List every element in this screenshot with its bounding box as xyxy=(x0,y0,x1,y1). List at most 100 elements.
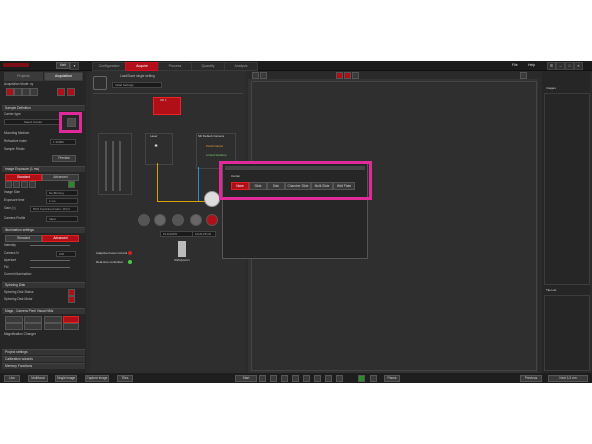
tab-acquire[interactable]: Acquire xyxy=(125,62,159,71)
bottom-tool-i[interactable] xyxy=(370,375,377,382)
viewer-tool-red[interactable] xyxy=(336,72,343,79)
close-icon[interactable]: ✕ xyxy=(574,62,583,70)
tab-analysis[interactable]: Analysis xyxy=(224,62,258,71)
multifocal-button[interactable]: Multifocal xyxy=(28,375,48,382)
camera-profile-field[interactable]: Ideal xyxy=(46,216,78,222)
carrier-option-chamber-slide[interactable]: Chamber Slide xyxy=(285,182,311,190)
refractive-index-field[interactable]: 1.33000 xyxy=(50,139,76,145)
mag-btn-g[interactable] xyxy=(44,323,62,330)
tab-process[interactable]: Process xyxy=(158,62,192,71)
exposure-standard-tab[interactable]: Standard xyxy=(5,174,42,181)
tiles-button[interactable]: Tiles xyxy=(117,375,133,382)
calibration-wizards-header[interactable]: Calibration wizards xyxy=(2,356,85,362)
image-size-field[interactable]: No Binning xyxy=(46,190,78,196)
magnification-header[interactable]: Magn., Camera Pixel Visual NMs xyxy=(2,308,85,314)
objective-select[interactable]: PLANAPO xyxy=(160,231,194,237)
fld-slider[interactable] xyxy=(30,267,70,268)
carrier-type-select[interactable]: Select Carrier xyxy=(4,119,60,125)
linked-hardware-label[interactable]: Linked Desktop xyxy=(206,153,227,157)
exp-tool-d[interactable] xyxy=(29,181,36,188)
maximize-icon[interactable]: □ xyxy=(565,62,574,70)
mag-btn-a[interactable] xyxy=(5,316,23,323)
intensity-slider[interactable] xyxy=(30,245,70,246)
exp-tool-c[interactable] xyxy=(21,181,28,188)
filter-wheel-icon[interactable] xyxy=(204,191,220,207)
optic-e[interactable] xyxy=(206,214,218,226)
exposure-advanced-tab[interactable]: Advanced xyxy=(42,174,79,181)
tab-configuration[interactable]: Configuration xyxy=(92,62,126,71)
setting-select[interactable]: Initial Settings xyxy=(112,82,162,88)
bottom-tool-h[interactable] xyxy=(336,375,343,382)
images-list[interactable] xyxy=(544,93,590,285)
spinning-status-toggle[interactable] xyxy=(68,289,75,296)
image-exposure-header[interactable]: Image Exposure (1 ms) xyxy=(2,166,85,172)
adaptive-focus-status[interactable] xyxy=(128,251,132,255)
exposure-time-field[interactable]: 1 ms xyxy=(46,198,78,204)
carrier-option-dish[interactable]: Dish xyxy=(267,182,285,190)
sample-section-header[interactable]: Sample Definition xyxy=(2,105,85,111)
single-image-button[interactable]: Single image xyxy=(55,375,77,382)
tile-list[interactable] xyxy=(544,295,590,371)
optic-c[interactable] xyxy=(172,214,184,226)
tab-quantify[interactable]: Quantify xyxy=(191,62,225,71)
minimize-icon[interactable]: – xyxy=(556,62,565,70)
tab-acquisition[interactable]: Acquisition xyxy=(44,72,83,81)
illumination-header[interactable]: Illumination settings xyxy=(2,227,85,233)
carrier-option-multi-slide[interactable]: Multi Slide xyxy=(311,182,333,190)
bottom-tool-d[interactable] xyxy=(292,375,299,382)
mag-btn-c[interactable] xyxy=(44,316,62,323)
spinning-motor-toggle[interactable] xyxy=(68,296,75,303)
settings-icon[interactable]: ☰ xyxy=(547,62,556,70)
user-button[interactable]: Matt xyxy=(56,62,70,69)
optic-d[interactable] xyxy=(190,214,202,226)
optic-a[interactable] xyxy=(138,214,150,226)
mode-red-b-button[interactable] xyxy=(67,88,75,96)
bottom-tool-e[interactable] xyxy=(303,375,310,382)
lock-icon[interactable] xyxy=(93,76,107,90)
mag-btn-d[interactable] xyxy=(63,316,79,323)
realtime-status[interactable] xyxy=(128,260,132,264)
menu-file[interactable]: File xyxy=(512,63,518,67)
mode-t-button[interactable] xyxy=(22,88,30,96)
mode-xy-button[interactable] xyxy=(6,88,14,96)
bottom-tool-c[interactable] xyxy=(281,375,288,382)
capture-image-button[interactable]: Capture image xyxy=(85,375,109,382)
viewer-tool-red2[interactable] xyxy=(344,72,351,79)
next-button[interactable]: Next 1/1 nm xyxy=(548,375,588,382)
viewer-tool-a[interactable] xyxy=(252,72,259,79)
mag-btn-f[interactable] xyxy=(24,323,42,330)
viewer-tool-d[interactable] xyxy=(520,72,527,79)
bottom-tool-a[interactable] xyxy=(259,375,266,382)
mode-red-a-button[interactable] xyxy=(57,88,65,96)
preview-button[interactable]: Preview xyxy=(52,155,76,162)
carrier-option-well-plate[interactable]: Well Plate xyxy=(333,182,355,190)
user-menu-icon[interactable]: ▾ xyxy=(70,62,79,70)
viewer-tool-c[interactable] xyxy=(352,72,359,79)
illum-advanced-tab[interactable]: Advanced xyxy=(42,235,79,242)
channel-sd1-block[interactable] xyxy=(153,97,181,115)
camera-n-field[interactable]: 100 xyxy=(56,251,76,257)
illum-standard-tab[interactable]: Standard xyxy=(5,235,42,242)
gain-field[interactable]: 50% Combined Gain: 16 bit xyxy=(30,206,78,212)
carrier-option-slide[interactable]: Slide xyxy=(249,182,267,190)
bottom-tool-green[interactable] xyxy=(358,375,365,382)
exp-tool-a[interactable] xyxy=(5,181,12,188)
previous-button[interactable]: Previous xyxy=(520,375,542,382)
exp-tool-b[interactable] xyxy=(13,181,20,188)
live-button[interactable]: Live xyxy=(4,375,20,382)
project-settings-header[interactable]: Project settings xyxy=(2,349,85,355)
bottom-tool-f[interactable] xyxy=(314,375,321,382)
mag-btn-e[interactable] xyxy=(5,323,23,330)
carrier-option-none[interactable]: None xyxy=(231,182,249,190)
bottom-tool-g[interactable] xyxy=(325,375,332,382)
start-button[interactable]: Start xyxy=(235,375,257,382)
mode-tile-button[interactable] xyxy=(30,88,38,96)
pause-button[interactable]: Pause xyxy=(384,375,400,382)
objective-mag-field[interactable]: 10x/0.25 Oil xyxy=(192,231,216,237)
mode-z-button[interactable] xyxy=(14,88,22,96)
viewer-tool-b[interactable] xyxy=(260,72,267,79)
mag-btn-h[interactable] xyxy=(63,323,79,330)
optic-b[interactable] xyxy=(154,214,166,226)
exp-ok-icon[interactable] xyxy=(68,181,75,188)
mag-btn-b[interactable] xyxy=(24,316,42,323)
